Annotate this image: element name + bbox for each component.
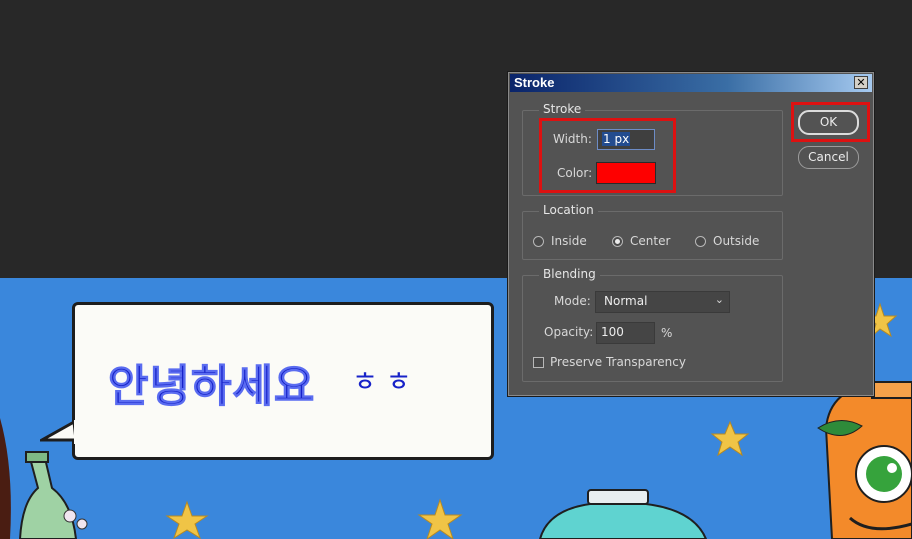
close-icon[interactable]: ✕ — [854, 76, 868, 89]
chevron-down-icon: ⌄ — [714, 293, 724, 306]
mode-value: Normal — [604, 294, 648, 308]
width-color-highlight-box — [539, 118, 676, 193]
radio-center-label[interactable]: Center — [630, 234, 670, 248]
eye-shine — [887, 463, 897, 473]
flower-shape — [76, 518, 88, 530]
cancel-button[interactable]: Cancel — [798, 146, 859, 169]
dialog-titlebar[interactable]: Stroke ✕ — [510, 74, 872, 92]
ok-highlight-box — [791, 102, 870, 142]
blending-group-title: Blending — [539, 267, 600, 281]
mode-label: Mode: — [554, 294, 591, 308]
soju-bottle-cap — [25, 451, 49, 463]
opacity-value: 100 — [601, 325, 624, 339]
preserve-transparency-checkbox[interactable] — [533, 357, 544, 368]
radio-inside[interactable] — [533, 236, 544, 247]
star-shape — [165, 500, 209, 539]
jar-body — [538, 503, 708, 539]
flower-shape — [63, 509, 77, 523]
opacity-unit: % — [661, 326, 673, 340]
dialog-title: Stroke — [514, 75, 555, 90]
stroke-dialog: Stroke ✕ Stroke Width: 1 px Color: Locat… — [508, 72, 874, 396]
orange-character-cap — [871, 381, 912, 399]
opacity-input[interactable]: 100 — [596, 322, 655, 344]
radio-outside-label[interactable]: Outside — [713, 234, 759, 248]
mode-select[interactable]: Normal ⌄ — [595, 291, 730, 313]
bottle-brown-shape — [0, 418, 11, 539]
preserve-transparency-label[interactable]: Preserve Transparency — [550, 355, 686, 369]
radio-inside-label[interactable]: Inside — [551, 234, 587, 248]
radio-outside[interactable] — [695, 236, 706, 247]
stroke-group-title: Stroke — [539, 102, 586, 116]
speech-bubble-tail — [40, 420, 80, 444]
bubble-laugh-text: ㅎㅎ — [352, 365, 420, 398]
radio-center[interactable] — [612, 236, 623, 247]
jar-lid — [587, 489, 649, 505]
bubble-greeting-text: 안녕하세요 — [107, 361, 316, 413]
eye-iris — [866, 456, 902, 492]
opacity-label: Opacity: — [544, 325, 594, 339]
soju-bottle-shape — [18, 452, 78, 539]
star-shape — [710, 420, 750, 457]
location-group-title: Location — [539, 203, 598, 217]
star-shape — [417, 498, 463, 539]
